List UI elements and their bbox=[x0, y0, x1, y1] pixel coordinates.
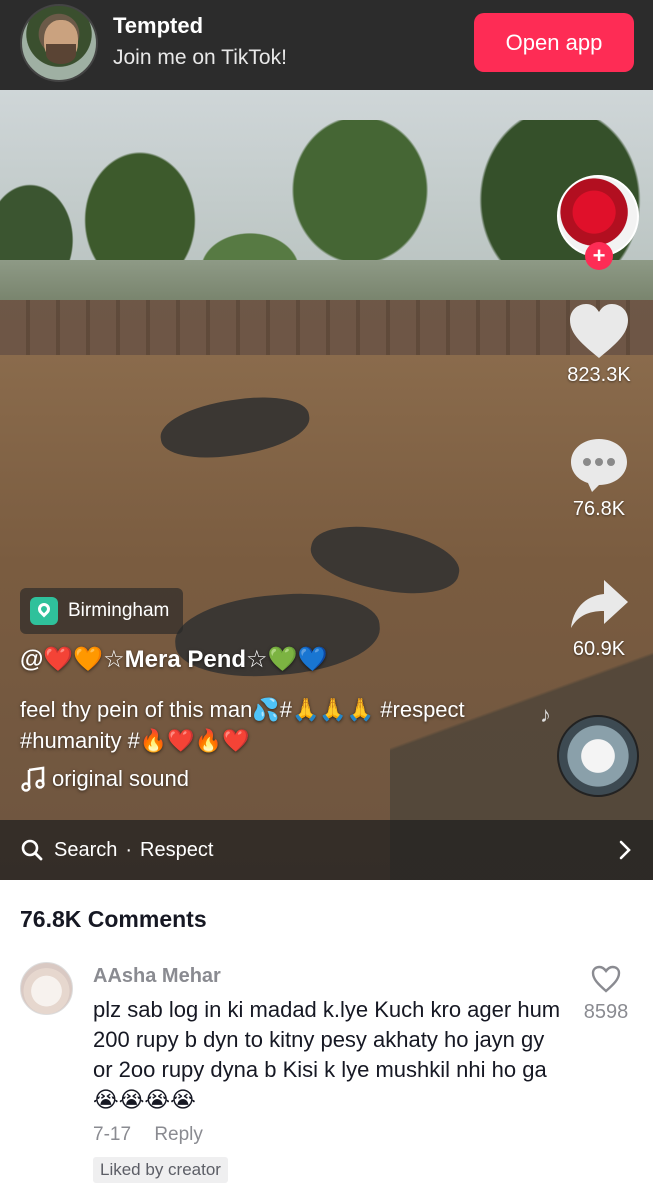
location-pin-icon bbox=[30, 597, 58, 625]
comment-text: plz sab log in ki madad k.lye Kuch kro a… bbox=[93, 997, 561, 1112]
comment-bubble-icon bbox=[571, 439, 627, 492]
open-app-button[interactable]: Open app bbox=[474, 13, 634, 72]
comments-header: 76.8K Comments bbox=[20, 906, 207, 932]
poster-username[interactable]: @❤️🧡☆Mera Pend☆💚💙 bbox=[20, 645, 327, 674]
reply-button[interactable]: Reply bbox=[154, 1124, 203, 1145]
video-wall bbox=[0, 300, 653, 360]
comment-like-count: 8598 bbox=[583, 1001, 629, 1023]
sound-disc[interactable] bbox=[557, 715, 639, 797]
sound-link[interactable]: original sound bbox=[20, 766, 189, 792]
commenter-name[interactable]: AAsha Mehar bbox=[93, 965, 221, 988]
commenter-avatar[interactable] bbox=[20, 962, 73, 1015]
share-button[interactable]: 60.9K bbox=[559, 576, 639, 661]
liked-by-creator-badge: Liked by creator bbox=[93, 1157, 228, 1183]
app-banner: Tempted Join me on TikTok! Open app bbox=[0, 0, 653, 90]
search-separator: · bbox=[125, 838, 133, 861]
avatar-beard bbox=[46, 44, 76, 64]
heart-outline-icon bbox=[591, 965, 621, 993]
banner-subtitle: Join me on TikTok! bbox=[113, 46, 287, 69]
music-note-icon bbox=[21, 766, 45, 792]
comment-meta: 7-17 Reply bbox=[93, 1124, 203, 1146]
chevron-right-icon bbox=[619, 840, 631, 860]
creator-avatar[interactable] bbox=[20, 4, 98, 82]
like-count: 823.3K bbox=[567, 364, 631, 386]
video-player[interactable]: + 823.3K 76.8K 60.9K ♪ Birmingham @❤️🧡☆M… bbox=[0, 90, 653, 880]
comment-date: 7-17 bbox=[93, 1124, 132, 1145]
banner-title: Tempted bbox=[113, 13, 204, 38]
comment-item: AAsha Mehar plz sab log in ki madad k.ly… bbox=[0, 960, 653, 1200]
related-search-bar[interactable]: Search · Respect bbox=[0, 820, 653, 880]
like-button[interactable]: 823.3K bbox=[559, 302, 639, 387]
heart-icon bbox=[570, 304, 628, 358]
floating-note-icon: ♪ bbox=[540, 702, 551, 727]
comment-button[interactable]: 76.8K bbox=[559, 436, 639, 521]
follow-plus-icon[interactable]: + bbox=[585, 242, 613, 270]
search-term: Respect bbox=[140, 838, 214, 861]
share-count: 60.9K bbox=[572, 638, 626, 660]
search-label: Search bbox=[54, 838, 118, 861]
sound-label: original sound bbox=[52, 766, 189, 791]
location-tag[interactable]: Birmingham bbox=[20, 588, 184, 634]
comment-like-button[interactable]: 8598 bbox=[572, 964, 640, 1024]
share-arrow-icon bbox=[571, 580, 628, 628]
search-icon bbox=[21, 839, 43, 861]
comment-count: 76.8K bbox=[572, 498, 626, 520]
video-caption: feel thy pein of this man💦#🙏🙏🙏 #respect … bbox=[20, 697, 465, 753]
location-label: Birmingham bbox=[68, 600, 170, 621]
